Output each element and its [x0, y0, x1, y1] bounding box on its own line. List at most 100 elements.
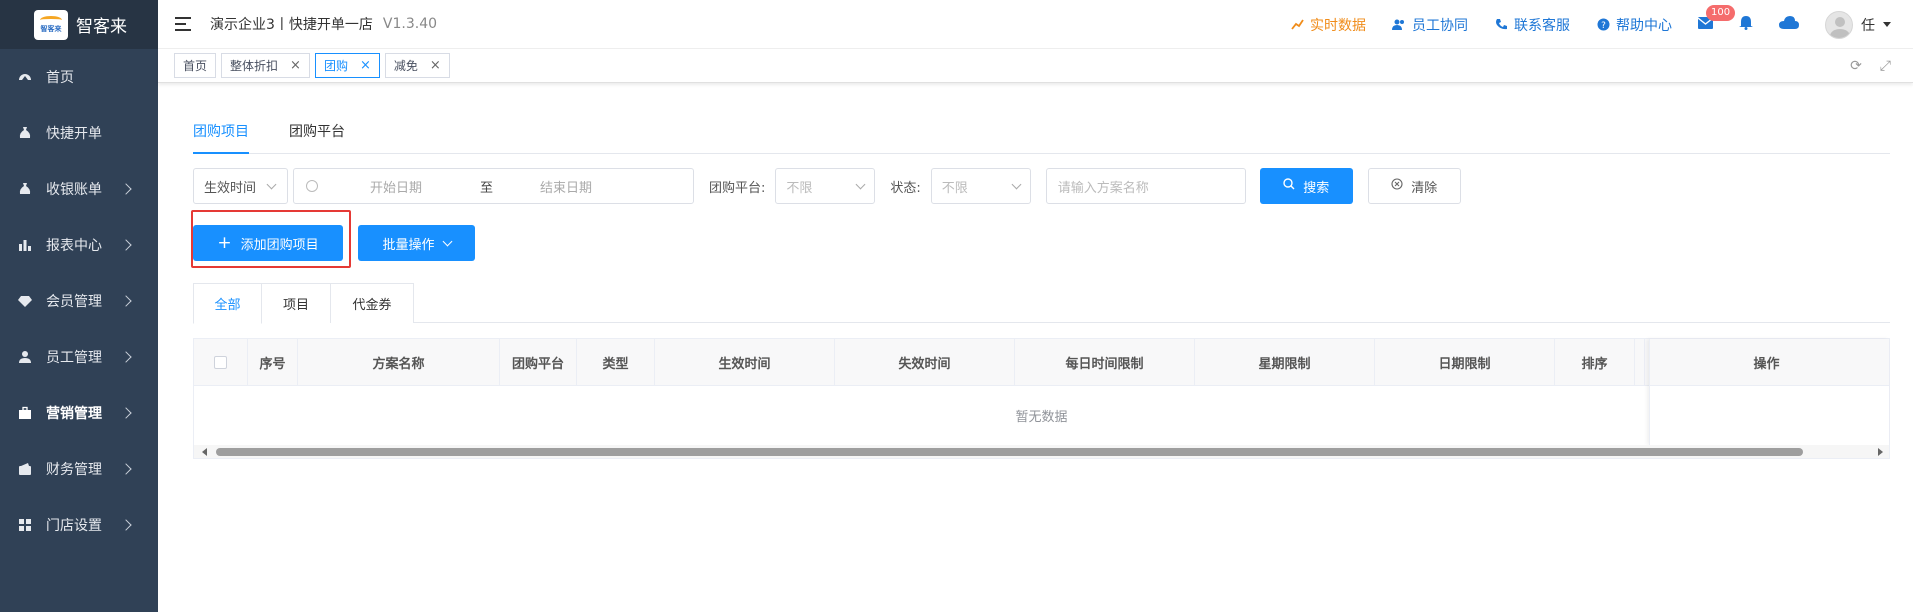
column-spacer — [1635, 339, 1645, 385]
main-content: 团购项目 团购平台 生效时间 开始日期 至 结束日期 团购平台: 不限 状态: … — [158, 84, 1913, 612]
search-button[interactable]: 搜索 — [1259, 168, 1353, 204]
fullscreen-icon[interactable]: ⤢ — [1880, 58, 1891, 74]
add-group-buy-label: 添加团购项目 — [240, 237, 319, 253]
empty-text: 暂无数据 — [1015, 410, 1068, 425]
svg-text:?: ? — [1601, 21, 1606, 31]
plus-icon: + — [217, 233, 232, 253]
contact-support-link[interactable]: 联系客服 — [1494, 15, 1570, 35]
avatar[interactable] — [1825, 10, 1853, 39]
staff-collab-link[interactable]: 员工协同 — [1392, 15, 1468, 35]
search-button-label: 搜索 — [1303, 180, 1330, 196]
tag-reduction[interactable]: 减免 × — [384, 53, 450, 78]
type-tabs: 全部 项目 代金券 — [193, 283, 1890, 324]
range-separator: 至 — [480, 180, 494, 196]
end-date-input[interactable]: 结束日期 — [540, 177, 592, 196]
date-range-picker[interactable]: 开始日期 至 结束日期 — [293, 168, 694, 204]
tab-group-buy-items[interactable]: 团购项目 — [193, 122, 249, 154]
dashboard-icon — [18, 70, 32, 84]
tab-items[interactable]: 项目 — [261, 283, 331, 323]
mail-button[interactable]: 100 — [1697, 4, 1736, 33]
plan-name-input[interactable]: 请输入方案名称 — [1045, 168, 1246, 204]
moneybag-icon — [18, 182, 32, 196]
sidebar-item-home[interactable]: 首页 — [0, 49, 158, 105]
tag-label: 团购 — [323, 59, 348, 73]
close-icon[interactable]: × — [290, 58, 301, 73]
chevron-right-icon — [120, 463, 132, 475]
actions-row: + 添加团购项目 批量操作 — [193, 225, 475, 261]
tags-actions: ⟳ ⤢ — [1832, 58, 1891, 74]
sidebar-item-marketing[interactable]: 营销管理 — [0, 385, 158, 441]
start-date-input[interactable]: 开始日期 — [370, 177, 472, 196]
topbar: 演示企业3丨快捷开单一店 V1.3.40 实时数据 员工协同 联系客服 ? 帮助… — [158, 0, 1913, 49]
mail-count-badge: 100 — [1706, 4, 1736, 21]
select-all-checkbox[interactable] — [214, 355, 227, 369]
column-header: 每日时间限制 — [1015, 339, 1195, 385]
column-header: 日期限制 — [1375, 339, 1555, 385]
moneybag-icon — [18, 126, 32, 140]
time-type-select[interactable]: 生效时间 — [193, 168, 288, 204]
chevron-right-icon — [120, 239, 132, 251]
sidebar-item-label: 门店设置 — [46, 518, 102, 534]
notification-button[interactable] — [1739, 15, 1753, 34]
tag-label: 首页 — [183, 59, 208, 73]
scroll-thumb[interactable] — [216, 448, 1803, 456]
horizontal-scrollbar[interactable] — [194, 445, 1889, 458]
tag-home[interactable]: 首页 — [174, 53, 217, 78]
user-name[interactable]: 任 — [1861, 15, 1875, 35]
tab-vouchers[interactable]: 代金券 — [330, 283, 414, 323]
add-group-buy-button[interactable]: + 添加团购项目 — [193, 225, 343, 261]
logo-text-small: 智客来 — [40, 24, 62, 33]
cloud-button[interactable] — [1779, 16, 1799, 33]
clock-icon — [306, 180, 318, 192]
sidebar-item-store-settings[interactable]: 门店设置 — [0, 497, 158, 553]
status-value: 不限 — [941, 180, 968, 196]
caret-down-icon[interactable] — [1883, 22, 1891, 27]
tag-group-buy[interactable]: 团购 × — [314, 53, 380, 78]
phone-icon — [1494, 18, 1508, 32]
sidebar-item-quick-order[interactable]: 快捷开单 — [0, 105, 158, 161]
scroll-right-icon[interactable] — [1878, 448, 1883, 456]
question-icon: ? — [1596, 18, 1610, 32]
tag-label: 减免 — [393, 59, 418, 73]
column-header: 类型 — [577, 339, 655, 385]
scroll-left-icon[interactable] — [202, 448, 207, 456]
clear-button-label: 清除 — [1411, 180, 1438, 196]
tag-label: 整体折扣 — [230, 59, 279, 73]
sidebar-item-label: 员工管理 — [46, 350, 102, 366]
sidebar-item-members[interactable]: 会员管理 — [0, 273, 158, 329]
sidebar-item-finance[interactable]: 财务管理 — [0, 441, 158, 497]
menu-toggle-icon[interactable] — [175, 17, 191, 31]
tab-all[interactable]: 全部 — [193, 283, 262, 324]
chevron-right-icon — [120, 295, 132, 307]
contact-support-label: 联系客服 — [1514, 17, 1570, 34]
batch-operation-button[interactable]: 批量操作 — [358, 225, 475, 261]
tag-overall-discount[interactable]: 整体折扣 × — [221, 53, 310, 78]
column-header: 星期限制 — [1195, 339, 1375, 385]
close-icon[interactable]: × — [430, 58, 441, 73]
sidebar-item-staff[interactable]: 员工管理 — [0, 329, 158, 385]
users-icon — [1392, 18, 1406, 32]
logo: 智客来 — [34, 9, 68, 40]
sidebar: 智客来 智客来 首页 快捷开单 收银账单 报表中心 会员管理 员工管理 营销管理… — [0, 0, 158, 612]
status-select[interactable]: 不限 — [930, 168, 1031, 204]
realtime-data-label: 实时数据 — [1310, 17, 1366, 34]
bar-chart-icon — [18, 238, 32, 252]
sidebar-item-reports[interactable]: 报表中心 — [0, 217, 158, 273]
refresh-icon[interactable]: ⟳ — [1850, 58, 1862, 74]
briefcase-icon — [18, 406, 32, 420]
platform-select[interactable]: 不限 — [775, 168, 876, 204]
chevron-down-icon — [855, 179, 866, 189]
platform-label: 团购平台: — [709, 180, 766, 196]
wallet-icon — [18, 462, 32, 476]
sidebar-item-cashier[interactable]: 收银账单 — [0, 161, 158, 217]
staff-collab-label: 员工协同 — [1412, 17, 1468, 34]
chevron-down-icon — [1011, 179, 1022, 189]
column-header: 团购平台 — [500, 339, 577, 385]
trend-icon — [1290, 18, 1304, 32]
sidebar-item-label: 首页 — [46, 70, 74, 86]
tab-group-buy-platform[interactable]: 团购平台 — [289, 122, 345, 154]
help-center-link[interactable]: ? 帮助中心 — [1596, 15, 1672, 35]
clear-button[interactable]: 清除 — [1367, 168, 1461, 204]
realtime-data-link[interactable]: 实时数据 — [1290, 15, 1366, 35]
close-icon[interactable]: × — [360, 58, 371, 73]
